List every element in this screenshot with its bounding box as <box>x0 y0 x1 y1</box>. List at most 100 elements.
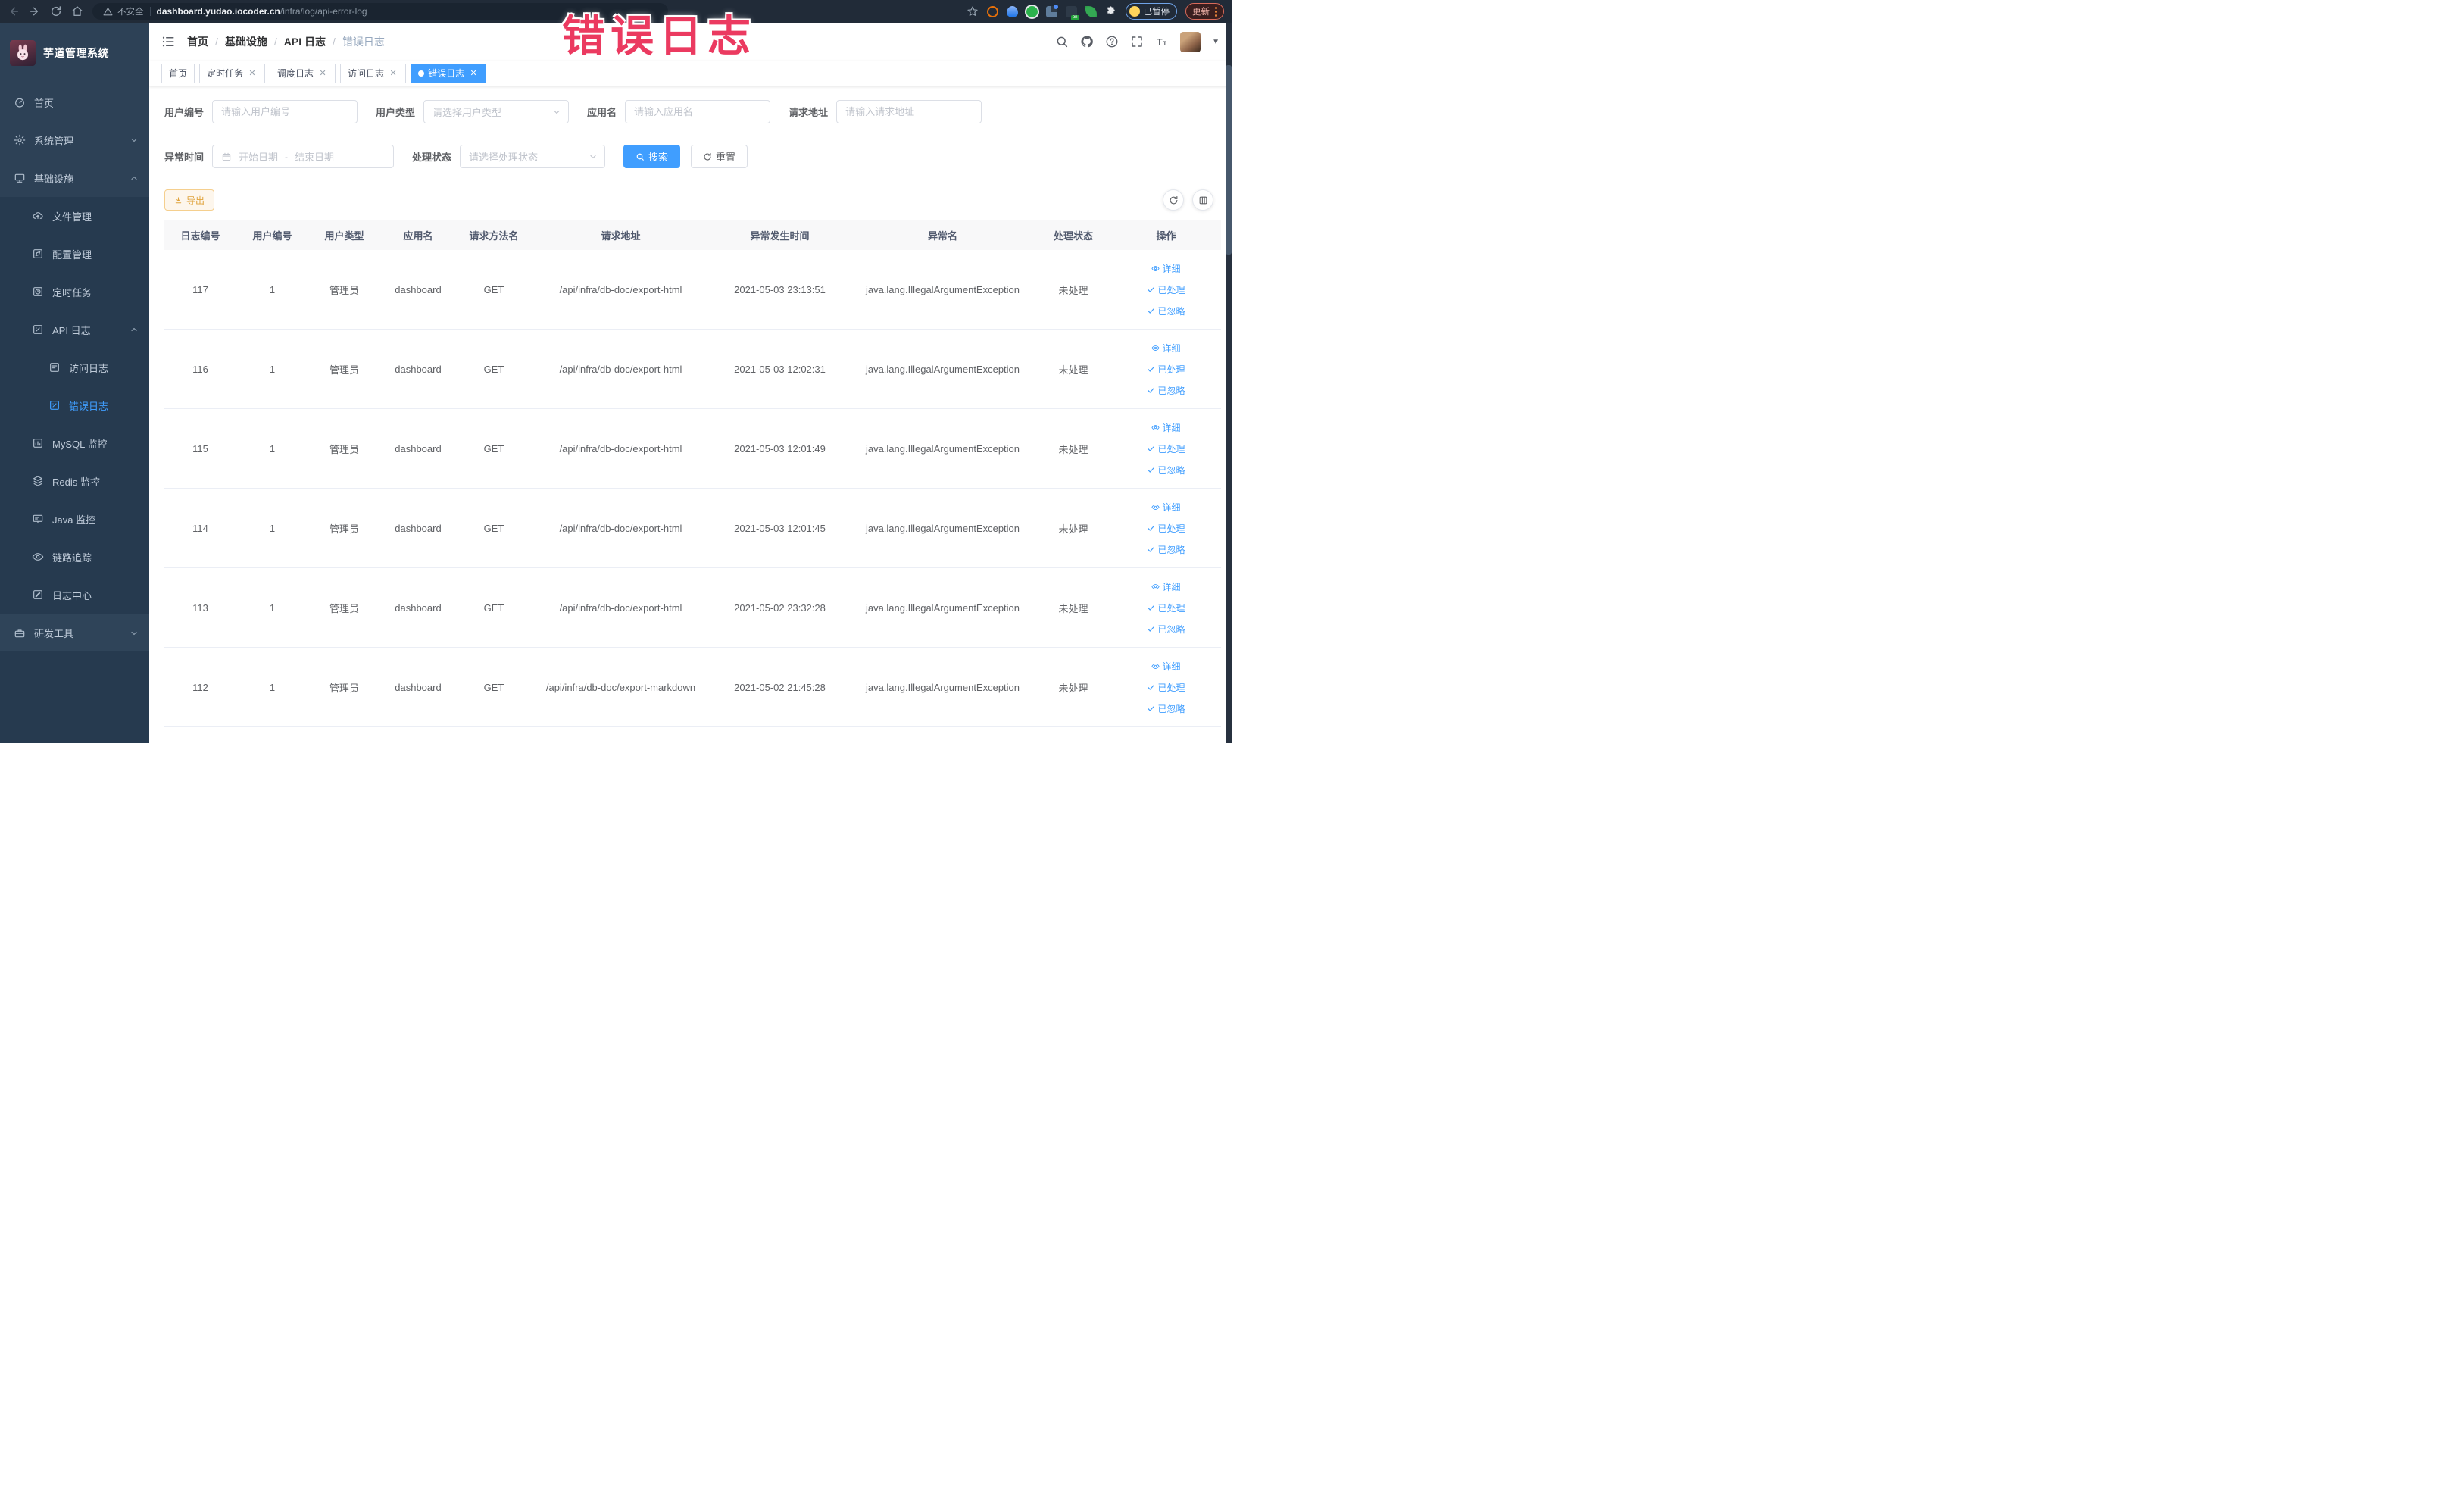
col-user-type: 用户类型 <box>324 230 364 242</box>
chevron-down-icon <box>130 629 139 638</box>
user-type-select[interactable]: 请选择用户类型 <box>423 100 570 123</box>
sidebar-item-java-monitor[interactable]: Java 监控 <box>0 500 149 538</box>
cell-exception: java.lang.IllegalArgumentException <box>865 522 1020 534</box>
app-logo-row[interactable]: 芋道管理系统 <box>0 23 149 83</box>
sidebar-item-log-center[interactable]: 日志中心 <box>0 576 149 614</box>
close-icon[interactable]: ✕ <box>468 68 479 78</box>
tag-schedule-log[interactable]: 调度日志 ✕ <box>270 63 336 83</box>
breadcrumb-api-log[interactable]: API 日志 <box>284 34 326 49</box>
mark-processed-link[interactable]: 已处理 <box>1147 601 1185 614</box>
mark-processed-link[interactable]: 已处理 <box>1147 283 1185 296</box>
forward-icon[interactable] <box>29 5 41 17</box>
export-button[interactable]: 导出 <box>164 189 215 211</box>
col-method: 请求方法名 <box>469 230 519 242</box>
extension-icon-green[interactable] <box>1026 5 1038 17</box>
close-icon[interactable]: ✕ <box>388 68 398 78</box>
scrollbar-track[interactable] <box>1226 23 1232 743</box>
sidebar-item-infrastructure[interactable]: 基础设施 <box>0 159 149 197</box>
search-button[interactable]: 搜索 <box>623 145 681 168</box>
table-header: 日志编号 用户编号 用户类型 应用名 请求方法名 请求地址 异常发生时间 异常名… <box>164 220 1221 250</box>
table-row: 116 1 管理员 dashboard GET /api/infra/db-do… <box>164 330 1221 409</box>
sidebar-item-home[interactable]: 首页 <box>0 83 149 121</box>
breadcrumb-home[interactable]: 首页 <box>187 34 208 49</box>
help-icon[interactable] <box>1105 35 1119 48</box>
detail-link[interactable]: 详细 <box>1151 342 1181 355</box>
detail-link[interactable]: 详细 <box>1151 421 1181 434</box>
cell-time: 2021-05-03 12:02:31 <box>734 363 826 375</box>
table-row: 114 1 管理员 dashboard GET /api/infra/db-do… <box>164 489 1221 568</box>
detail-link[interactable]: 详细 <box>1151 262 1181 275</box>
breadcrumb-infrastructure[interactable]: 基础设施 <box>225 34 267 49</box>
filter-row-1: 用户编号 用户类型 请选择用户类型 应用名 <box>164 100 1221 123</box>
sidebar-item-system[interactable]: 系统管理 <box>0 121 149 159</box>
sidebar-item-access-log[interactable]: 访问日志 <box>0 348 149 386</box>
timer-icon <box>32 286 44 298</box>
column-settings-button[interactable] <box>1192 189 1213 211</box>
github-icon[interactable] <box>1080 35 1094 48</box>
sidebar-item-devtools[interactable]: 研发工具 <box>0 614 149 651</box>
refresh-button[interactable] <box>1163 189 1184 211</box>
mark-ignored-link[interactable]: 已忽略 <box>1147 543 1185 556</box>
extension-icon-leaf[interactable] <box>1085 5 1097 17</box>
extension-icon-switch[interactable] <box>1065 5 1079 20</box>
detail-link[interactable]: 详细 <box>1151 501 1181 514</box>
mark-processed-link[interactable]: 已处理 <box>1147 522 1185 535</box>
mark-processed-link[interactable]: 已处理 <box>1147 442 1185 455</box>
bookmark-star-icon[interactable] <box>967 5 979 17</box>
status-select[interactable]: 请选择处理状态 <box>460 145 606 168</box>
extensions-puzzle-icon[interactable] <box>1105 5 1117 17</box>
cell-user-id: 1 <box>269 522 276 534</box>
extension-icon-orange[interactable] <box>986 5 998 17</box>
reset-button[interactable]: 重置 <box>691 145 748 168</box>
sidebar-item-config-management[interactable]: 配置管理 <box>0 235 149 273</box>
filter-row-2: 异常时间 开始日期 - 结束日期 处理状态 请选择处理状态 搜索 重置 <box>164 145 1221 168</box>
close-icon[interactable]: ✕ <box>247 68 258 78</box>
browser-menu-icon[interactable] <box>1215 6 1217 17</box>
sidebar-item-trace[interactable]: 链路追踪 <box>0 538 149 576</box>
user-no-label: 用户编号 <box>164 107 205 118</box>
detail-link[interactable]: 详细 <box>1151 660 1181 673</box>
profile-paused-badge[interactable]: 已暂停 <box>1125 3 1177 20</box>
search-icon[interactable] <box>1055 35 1069 48</box>
fullscreen-icon[interactable] <box>1130 35 1144 48</box>
scrollbar-thumb[interactable] <box>1226 65 1232 255</box>
request-url-input[interactable] <box>836 100 982 123</box>
home-icon[interactable] <box>71 5 83 17</box>
chart-icon <box>32 437 44 449</box>
mark-processed-link[interactable]: 已处理 <box>1147 681 1185 694</box>
extension-icon-grid[interactable] <box>1045 4 1058 17</box>
mark-processed-link[interactable]: 已处理 <box>1147 363 1185 376</box>
sidebar-item-mysql-monitor[interactable]: MySQL 监控 <box>0 424 149 462</box>
extension-icon-blue[interactable] <box>1006 5 1018 17</box>
tag-error-log[interactable]: 错误日志 ✕ <box>411 63 487 83</box>
hamburger-icon[interactable] <box>161 35 175 48</box>
reload-icon[interactable] <box>50 5 62 17</box>
mark-ignored-link[interactable]: 已忽略 <box>1147 384 1185 397</box>
detail-link[interactable]: 详细 <box>1151 580 1181 593</box>
mark-ignored-link[interactable]: 已忽略 <box>1147 305 1185 317</box>
close-icon[interactable]: ✕ <box>317 68 328 78</box>
mark-ignored-link[interactable]: 已忽略 <box>1147 702 1185 715</box>
tag-home[interactable]: 首页 <box>161 63 195 83</box>
user-avatar[interactable] <box>1180 31 1201 52</box>
security-label: 不安全 <box>117 8 144 17</box>
tag-scheduled-jobs[interactable]: 定时任务 ✕ <box>199 63 266 83</box>
user-no-input[interactable] <box>212 100 358 123</box>
table-toolbar: 导出 <box>164 189 1221 211</box>
sidebar-item-error-log[interactable]: 错误日志 <box>0 386 149 424</box>
app-name-input[interactable] <box>625 100 771 123</box>
security-warning[interactable]: 不安全 <box>103 5 144 17</box>
date-range-picker[interactable]: 开始日期 - 结束日期 <box>212 145 395 168</box>
sidebar-item-scheduled-jobs[interactable]: 定时任务 <box>0 273 149 311</box>
sidebar-item-redis-monitor[interactable]: Redis 监控 <box>0 462 149 500</box>
back-icon[interactable] <box>8 5 20 17</box>
sidebar-item-api-log[interactable]: API 日志 <box>0 311 149 348</box>
browser-update-button[interactable]: 更新 <box>1185 3 1224 20</box>
tag-access-log[interactable]: 访问日志 ✕ <box>340 63 407 83</box>
sidebar-item-file-management[interactable]: 文件管理 <box>0 197 149 235</box>
mark-ignored-link[interactable]: 已忽略 <box>1147 464 1185 476</box>
mark-ignored-link[interactable]: 已忽略 <box>1147 623 1185 636</box>
font-size-icon[interactable]: TT <box>1155 35 1169 48</box>
tags-view: 首页 定时任务 ✕ 调度日志 ✕ 访问日志 ✕ 错误日志 ✕ <box>149 61 1232 86</box>
avatar-caret-icon[interactable]: ▼ <box>1212 38 1220 46</box>
